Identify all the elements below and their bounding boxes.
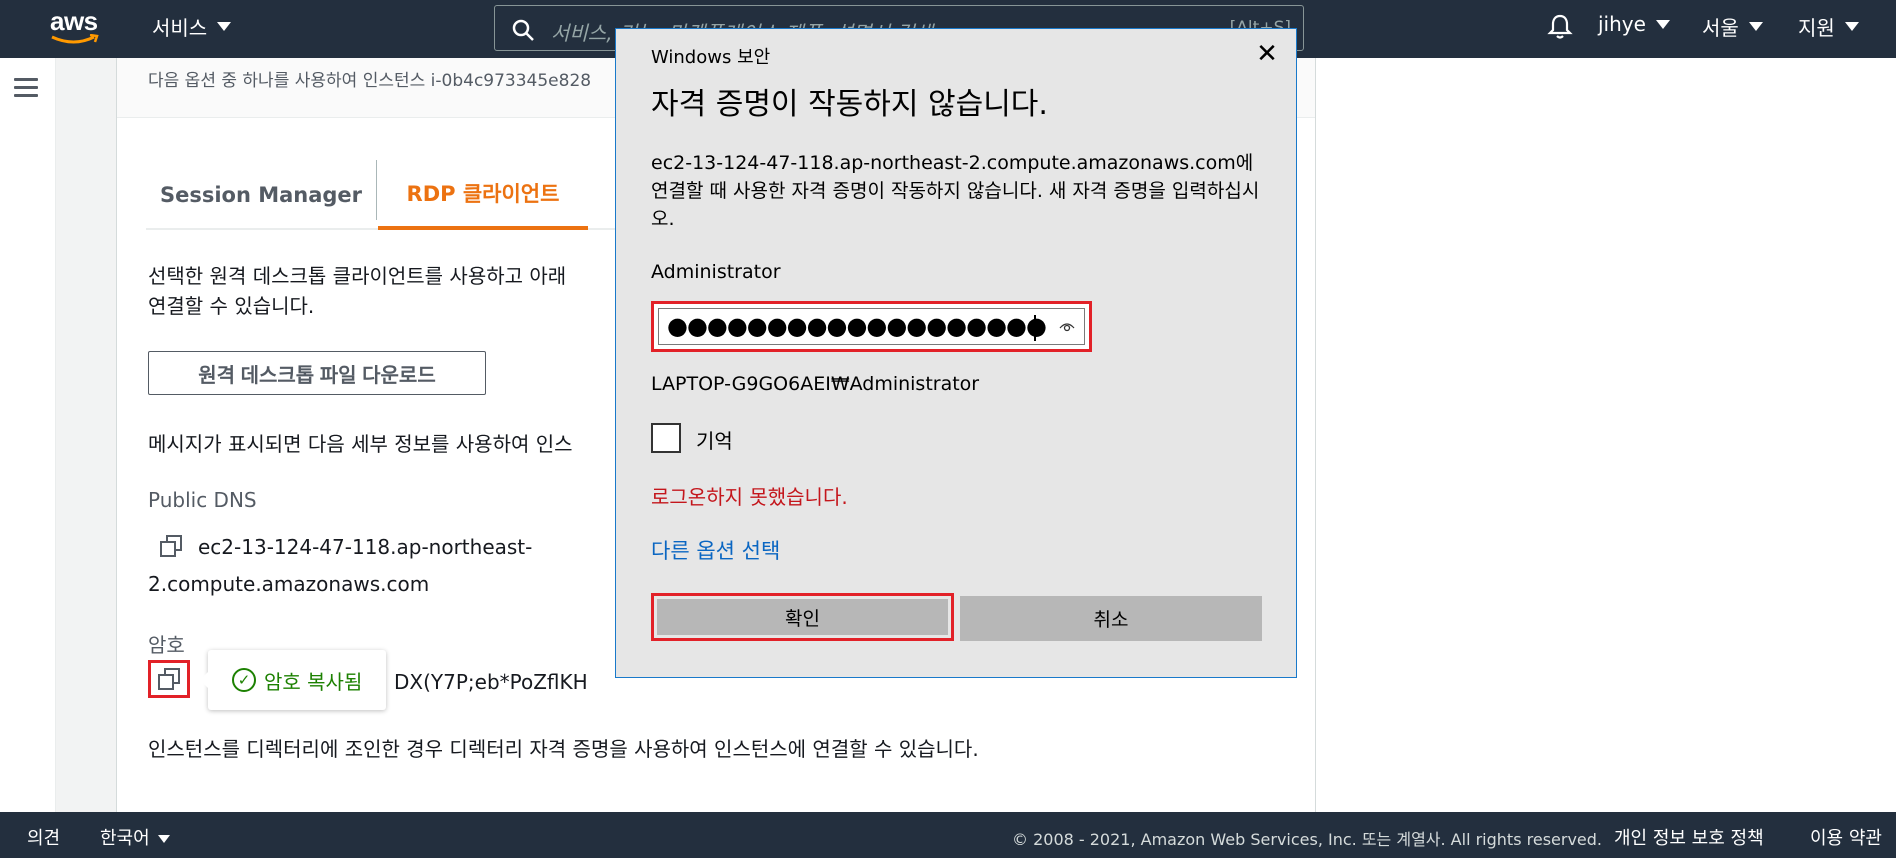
copyright-text: © 2008 - 2021, Amazon Web Services, Inc.… — [1012, 830, 1603, 849]
intro-text-line2: 연결할 수 있습니다. — [148, 294, 315, 318]
chevron-down-icon — [157, 835, 170, 843]
chevron-down-icon — [1655, 19, 1670, 29]
password-copied-toast: ✓ 암호 복사됨 — [200, 650, 386, 710]
language-selector[interactable]: 한국어 — [100, 824, 170, 850]
prompt-text: 메시지가 표시되면 다음 세부 정보를 사용하여 인스 — [148, 432, 573, 456]
search-icon — [512, 19, 534, 41]
dialog-message: ec2-13-124-47-118.ap-northeast-2.compute… — [651, 152, 1260, 230]
tab-session-manager[interactable]: Session Manager — [146, 160, 376, 230]
ok-button[interactable]: 확인 — [657, 599, 948, 635]
password-label: 암호 — [148, 633, 185, 657]
username-label: Administrator — [651, 261, 781, 283]
services-menu[interactable]: 서비스 — [152, 12, 232, 41]
tab-separator — [376, 160, 377, 220]
logon-error-text: 로그온하지 못했습니다. — [651, 485, 848, 509]
chevron-down-icon — [217, 22, 232, 31]
dialog-window-title: Windows 보안 — [651, 47, 771, 68]
chevron-down-icon — [1748, 22, 1763, 31]
chevron-down-icon — [1844, 22, 1859, 31]
intro-text-line1: 선택한 원격 데스크톱 클라이언트를 사용하고 아래 — [148, 264, 567, 288]
reveal-password-eye-icon[interactable] — [1059, 319, 1075, 335]
aws-smile-icon — [51, 34, 99, 44]
domain-user-text: LAPTOP-G9GO6AEI₩Administrator — [651, 373, 980, 395]
copy-password-highlight[interactable] — [148, 660, 190, 698]
public-dns-value-line2: 2.compute.amazonaws.com — [148, 572, 430, 596]
hamburger-menu-icon[interactable] — [14, 78, 38, 98]
windows-security-dialog: Windows 보안 ✕ 자격 증명이 작동하지 않습니다. ec2-13-12… — [615, 28, 1297, 678]
privacy-link[interactable]: 개인 정보 보호 정책 — [1614, 824, 1764, 850]
download-rdp-file-button[interactable]: 원격 데스크톱 파일 다운로드 — [148, 351, 486, 395]
feedback-link[interactable]: 의견 — [27, 824, 60, 850]
left-rail — [0, 58, 56, 812]
close-icon[interactable]: ✕ — [1252, 39, 1282, 69]
bell-icon[interactable] — [1546, 12, 1574, 40]
text-caret — [1034, 315, 1036, 341]
user-menu[interactable]: jihye — [1598, 12, 1670, 36]
region-menu[interactable]: 서울 — [1702, 12, 1763, 41]
password-field[interactable]: ●●●●●●●●●●●●●●●●●●● — [658, 308, 1085, 345]
check-circle-icon: ✓ — [232, 668, 256, 692]
remember-checkbox[interactable] — [651, 423, 681, 453]
dialog-heading: 자격 증명이 작동하지 않습니다. — [651, 87, 1048, 122]
password-value: DX(Y7P;eb*PoZflKH — [394, 670, 588, 694]
support-menu[interactable]: 지원 — [1798, 12, 1859, 41]
right-empty-area — [1316, 58, 1896, 812]
public-dns-label: Public DNS — [148, 488, 257, 512]
ok-button-highlight: 확인 — [651, 593, 954, 641]
aws-logo[interactable]: aws — [50, 8, 106, 48]
copy-password-icon[interactable] — [158, 668, 180, 690]
public-dns-value-line1: ec2-13-124-47-118.ap-northeast- — [198, 535, 533, 559]
remember-label: 기억 — [696, 429, 733, 453]
tab-rdp-client[interactable]: RDP 클라이언트 — [378, 160, 588, 230]
cancel-button[interactable]: 취소 — [960, 596, 1262, 641]
footer-bar: 의견 한국어 © 2008 - 2021, Amazon Web Service… — [0, 812, 1896, 858]
other-options-link[interactable]: 다른 옵션 선택 — [651, 535, 780, 565]
password-field-highlight: ●●●●●●●●●●●●●●●●●●● — [651, 301, 1092, 352]
password-dots: ●●●●●●●●●●●●●●●●●●● — [667, 312, 1047, 340]
copy-dns-icon[interactable] — [160, 535, 182, 557]
directory-note: 인스턴스를 디렉터리에 조인한 경우 디렉터리 자격 증명을 사용하여 인스턴스… — [148, 737, 979, 761]
terms-link[interactable]: 이용 약관 — [1810, 824, 1882, 850]
